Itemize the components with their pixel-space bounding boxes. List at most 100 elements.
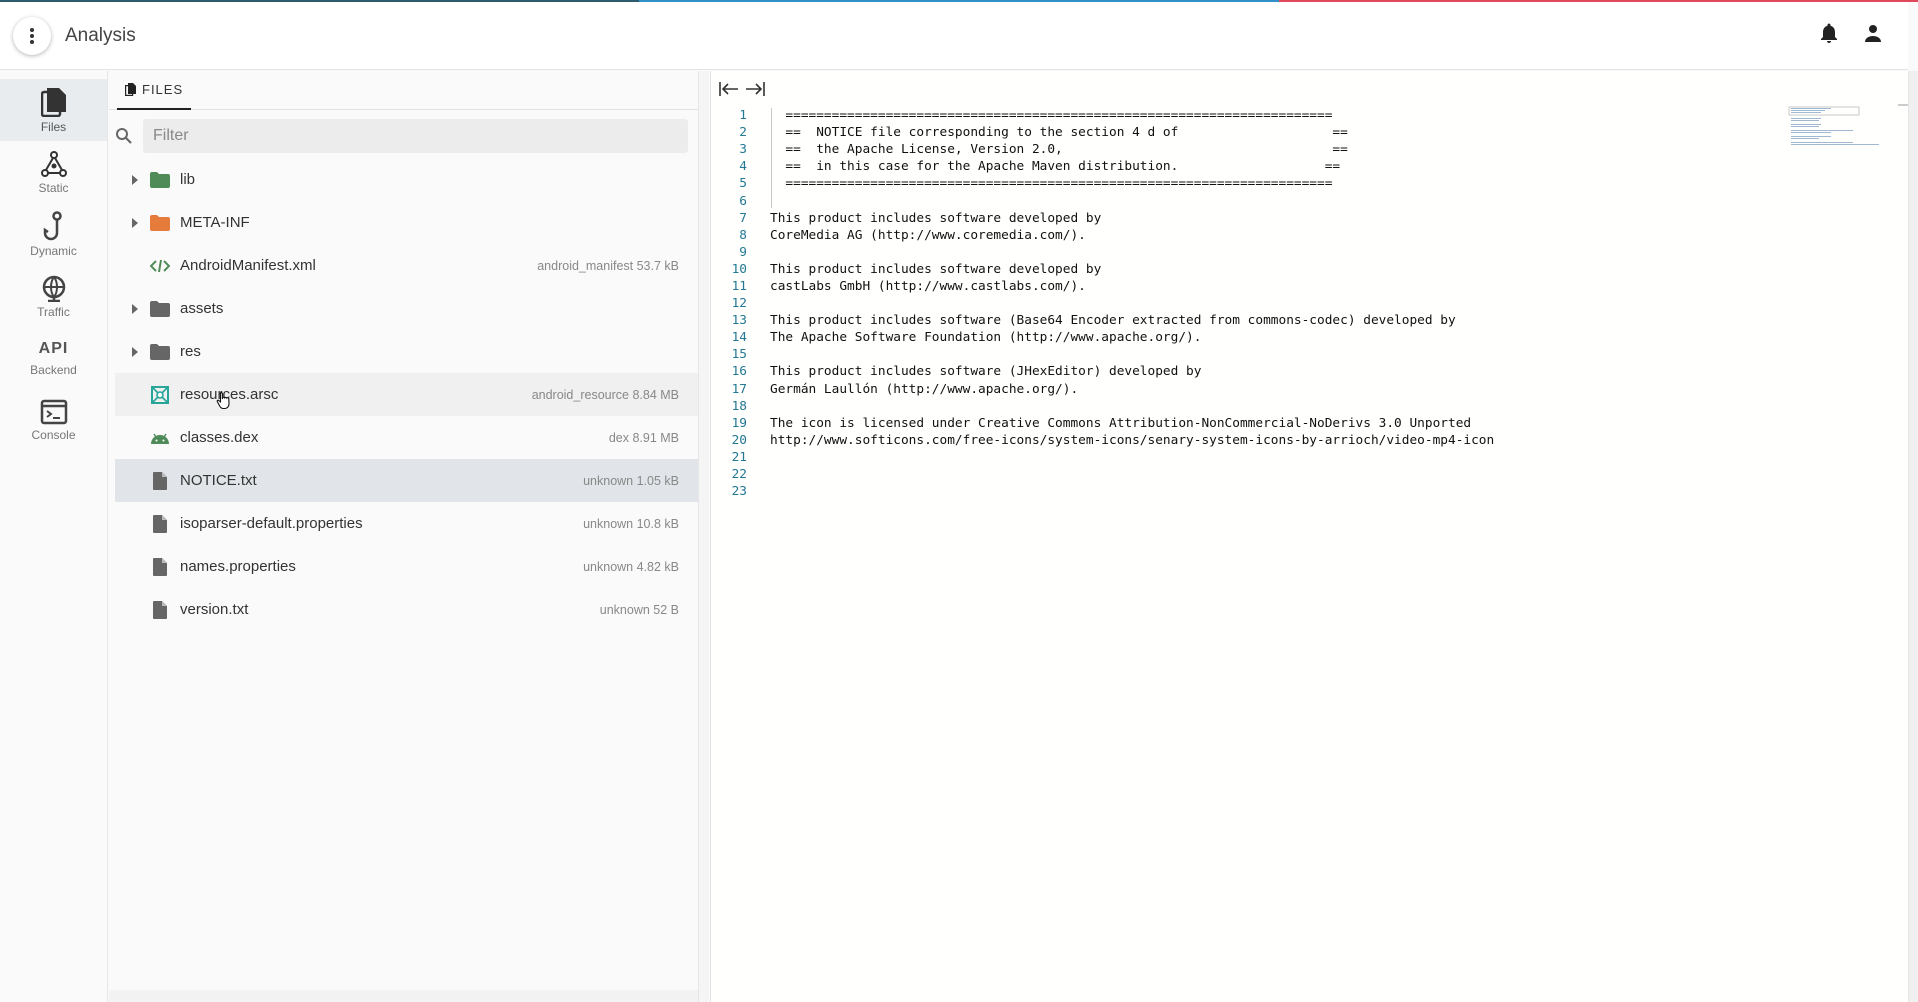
code-line: 17 Germán Laullón (http://www.apache.org/… xyxy=(711,381,1494,398)
folder-icon xyxy=(150,214,170,231)
account-button[interactable] xyxy=(1864,24,1882,47)
line-text: CoreMedia AG (http://www.coremedia.com/)… xyxy=(770,227,1086,243)
sidebar-item-label: Dynamic xyxy=(30,243,77,258)
file-name: names.properties xyxy=(180,558,296,575)
line-number: 5 xyxy=(739,176,747,192)
android-icon xyxy=(150,432,170,444)
sidebar-item-static[interactable]: Static xyxy=(0,141,107,203)
expand-caret-icon[interactable] xyxy=(129,346,141,357)
code-line: 14 The Apache Software Foundation (http:/… xyxy=(711,329,1494,346)
resource-icon xyxy=(150,385,170,404)
sidebar-item-console[interactable]: Console xyxy=(0,389,107,451)
filter-input[interactable] xyxy=(143,119,688,153)
code-line: 7 This product includes software develope… xyxy=(711,210,1494,227)
collapse-left-button[interactable] xyxy=(719,81,739,102)
line-text: castLabs GmbH (http://www.castlabs.com/)… xyxy=(770,278,1086,294)
line-number: 22 xyxy=(731,467,747,483)
code-line: 19 The icon is licensed under Creative Co… xyxy=(711,415,1494,432)
sidebar-item-backend[interactable]: API Backend xyxy=(0,327,107,389)
file-meta: unknown 4.82 kB xyxy=(583,559,679,574)
line-text: The icon is licensed under Creative Comm… xyxy=(770,415,1472,431)
tree-row-version-txt[interactable]: version.txt unknown 52 B xyxy=(115,588,700,631)
line-text: The Apache Software Foundation (http://w… xyxy=(770,330,1202,346)
file-name: lib xyxy=(180,171,196,188)
code-editor[interactable]: 1 ======================================… xyxy=(710,71,1908,1002)
line-text: ========================================… xyxy=(770,108,1333,124)
code-line: 13 This product includes software (Base64… xyxy=(711,312,1494,329)
file-icon xyxy=(150,557,170,576)
sidebar-item-files[interactable]: Files xyxy=(0,79,107,141)
line-number: 16 xyxy=(731,364,747,380)
line-text: == NOTICE file corresponding to the sect… xyxy=(770,125,1348,141)
line-text: http://www.softicons.com/free-icons/syst… xyxy=(770,432,1495,448)
sidebar-item-traffic[interactable]: Traffic xyxy=(0,265,107,327)
more-vert-icon xyxy=(30,27,34,44)
panel-splitter[interactable] xyxy=(698,71,709,1002)
line-number: 1 xyxy=(739,108,747,124)
expand-caret-icon[interactable] xyxy=(129,303,141,314)
expand-right-button[interactable] xyxy=(745,81,765,102)
sidebar-item-dynamic[interactable]: Dynamic xyxy=(0,203,107,265)
app-bar: Analysis xyxy=(0,2,1908,70)
code-line: 3 == the Apache License, Version 2.0, == xyxy=(711,141,1494,158)
line-text: == the Apache License, Version 2.0, == xyxy=(770,142,1348,158)
minimap[interactable] xyxy=(1787,106,1879,146)
line-number: 14 xyxy=(731,330,747,346)
api-icon: API xyxy=(38,339,69,357)
line-number: 18 xyxy=(731,398,747,414)
tree-row-androidmanifest[interactable]: AndroidManifest.xml android_manifest 53.… xyxy=(115,244,700,287)
code-line: 9 xyxy=(711,244,1494,261)
arrow-to-right-icon xyxy=(746,82,765,96)
person-icon xyxy=(1865,25,1881,42)
graph-icon xyxy=(40,150,67,177)
files-horizontal-scrollbar[interactable] xyxy=(109,990,709,1002)
tab-files[interactable]: FILES xyxy=(117,71,192,110)
file-icon xyxy=(150,471,170,490)
sidebar-item-label: Files xyxy=(40,119,67,134)
page-vertical-scrollbar[interactable] xyxy=(1908,71,1918,1002)
tree-row-res[interactable]: res xyxy=(115,330,700,373)
line-number: 9 xyxy=(739,244,747,260)
code-line: 21 xyxy=(711,449,1494,466)
line-number: 19 xyxy=(731,415,747,431)
file-meta: unknown 1.05 kB xyxy=(583,473,679,488)
app-title: Analysis xyxy=(65,24,136,46)
code-line: 20 http://www.softicons.com/free-icons/sy… xyxy=(711,432,1495,449)
hand-cursor-icon xyxy=(216,391,230,409)
tree-row-classes-dex[interactable]: classes.dex dex 8.91 MB xyxy=(115,416,700,459)
notifications-button[interactable] xyxy=(1820,23,1838,48)
sidebar-item-label: Traffic xyxy=(37,304,70,319)
line-text: This product includes software (Base64 E… xyxy=(770,313,1456,329)
menu-button[interactable] xyxy=(13,16,51,55)
code-line: 11 castLabs GmbH (http://www.castlabs.com… xyxy=(711,278,1494,295)
tree-row-names-properties[interactable]: names.properties unknown 4.82 kB xyxy=(115,545,700,588)
editor-toolbar xyxy=(719,81,765,102)
tree-row-lib[interactable]: lib xyxy=(115,158,700,201)
files-icon xyxy=(40,87,66,117)
line-text: ========================================… xyxy=(770,176,1333,192)
file-meta: dex 8.91 MB xyxy=(608,430,679,445)
files-panel: FILES lib META-INF AndroidManifest.xml a… xyxy=(109,71,709,1002)
line-text: This product includes software developed… xyxy=(770,210,1102,226)
line-number: 21 xyxy=(731,449,747,465)
file-name: assets xyxy=(180,300,224,317)
folder-icon xyxy=(150,171,170,188)
file-meta: android_resource 8.84 MB xyxy=(531,387,679,402)
tree-row-meta-inf[interactable]: META-INF xyxy=(115,201,700,244)
line-number: 13 xyxy=(731,313,747,329)
search-icon xyxy=(116,128,132,144)
expand-caret-icon[interactable] xyxy=(129,217,141,228)
code-line: 22 xyxy=(711,466,1494,483)
file-name: version.txt xyxy=(180,601,249,618)
editor-ruler-mark xyxy=(1898,104,1908,106)
tree-row-resources-arsc[interactable]: resources.arsc android_resource 8.84 MB xyxy=(115,373,700,416)
line-number: 2 xyxy=(739,125,747,141)
line-text: Germán Laullón (http://www.apache.org/). xyxy=(770,381,1079,397)
code-line: 23 xyxy=(711,483,1494,500)
file-name: NOTICE.txt xyxy=(180,472,257,489)
tree-row-isoparser[interactable]: isoparser-default.properties unknown 10.… xyxy=(115,502,700,545)
code-icon xyxy=(150,259,170,273)
tree-row-notice-txt[interactable]: NOTICE.txt unknown 1.05 kB xyxy=(115,459,700,502)
expand-caret-icon[interactable] xyxy=(129,174,141,185)
tree-row-assets[interactable]: assets xyxy=(115,287,700,330)
